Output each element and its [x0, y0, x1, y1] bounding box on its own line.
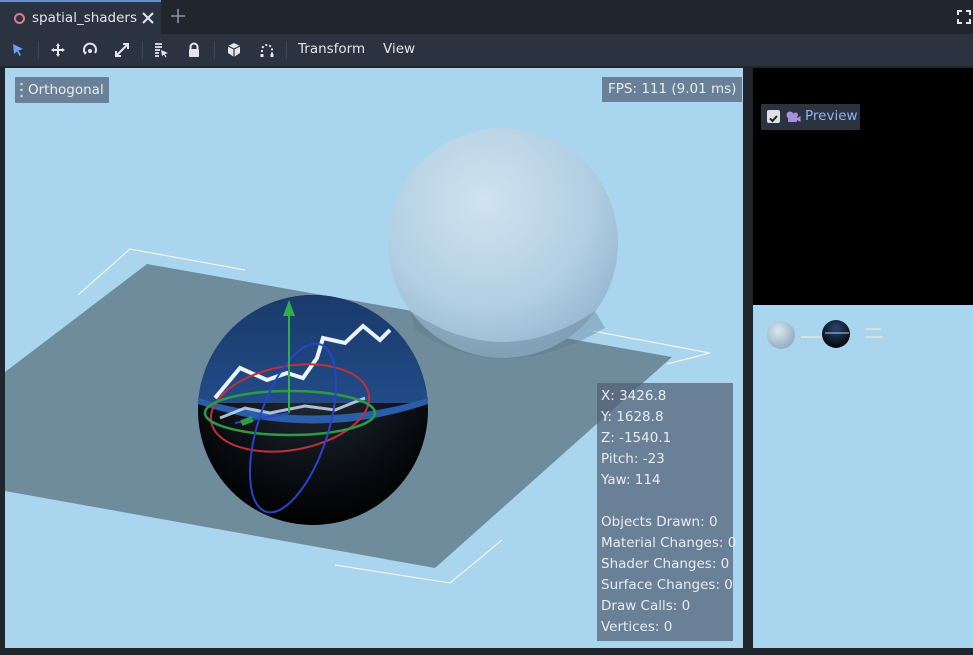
projection-label: Orthogonal [28, 82, 104, 98]
scene-tab-bar: spatial_shaders [0, 0, 973, 34]
fullscreen-icon[interactable] [957, 10, 971, 24]
toolbar-separator [38, 41, 39, 59]
close-icon[interactable] [141, 11, 155, 25]
lock-tool-button[interactable] [184, 40, 204, 60]
stat-surface-changes: Surface Changes: 0 [601, 577, 733, 593]
view-menu[interactable]: View [383, 41, 415, 57]
viewport-stats-panel: X: 3426.8 Y: 1628.8 Z: -1540.1 Pitch: -2… [597, 383, 737, 641]
preview-label: Preview [805, 108, 858, 124]
3d-viewport[interactable]: Orthogonal FPS: 111 (9.01 ms) X: 3426.8 … [5, 68, 743, 648]
preview-scene [767, 320, 883, 349]
preview-toggle[interactable]: Preview [761, 104, 860, 130]
stat-vertices: Vertices: 0 [601, 619, 673, 635]
move-icon [51, 43, 65, 57]
camera-icon [786, 111, 801, 122]
preview-checkbox[interactable] [767, 110, 780, 123]
stat-material-changes: Material Changes: 0 [601, 535, 737, 551]
tab-spatial-shaders[interactable]: spatial_shaders [0, 0, 161, 34]
viewport-toolbar: Transform View [0, 34, 973, 66]
toolbar-separator [286, 41, 287, 59]
stats-spacer [601, 491, 733, 512]
group-tool-button[interactable] [224, 40, 244, 60]
snap-magnet-icon [260, 44, 274, 57]
fps-readout: FPS: 111 (9.01 ms) [602, 77, 743, 102]
stat-objects-drawn: Objects Drawn: 0 [601, 514, 718, 530]
stat-yaw: Yaw: 114 [601, 472, 661, 488]
transform-menu[interactable]: Transform [298, 41, 365, 57]
stat-draw-calls: Draw Calls: 0 [601, 598, 691, 614]
select-arrow-icon [13, 44, 23, 56]
preview-light-sphere [767, 321, 795, 349]
scale-icon [115, 43, 129, 57]
snap-tool-button[interactable] [257, 40, 277, 60]
toolbar-separator [142, 41, 143, 59]
camera-preview-render [753, 305, 973, 648]
stat-z: Z: -1540.1 [601, 430, 672, 446]
check-icon [769, 115, 778, 123]
move-tool-button[interactable] [48, 40, 68, 60]
stat-x: X: 3426.8 [601, 388, 667, 404]
stat-shader-changes: Shader Changes: 0 [601, 556, 730, 572]
scene-node-icon [14, 13, 25, 24]
rotate-tool-button[interactable] [80, 40, 100, 60]
toolbar-separator [214, 41, 215, 59]
stat-y: Y: 1628.8 [601, 409, 664, 425]
stat-pitch: Pitch: -23 [601, 451, 665, 467]
list-select-icon [155, 43, 168, 58]
select-tool-button[interactable] [8, 40, 28, 60]
add-tab-icon[interactable] [170, 8, 186, 24]
projection-menu-button[interactable]: Orthogonal [15, 77, 109, 103]
scale-tool-button[interactable] [112, 40, 132, 60]
lock-icon [189, 42, 199, 57]
bottom-edge [0, 648, 973, 655]
cube-icon [227, 43, 241, 57]
menu-dots-icon [20, 82, 23, 98]
rotate-icon [83, 42, 97, 55]
list-select-tool-button[interactable] [151, 40, 171, 60]
preview-shader-sphere [822, 320, 850, 348]
tab-title: spatial_shaders [32, 10, 138, 26]
